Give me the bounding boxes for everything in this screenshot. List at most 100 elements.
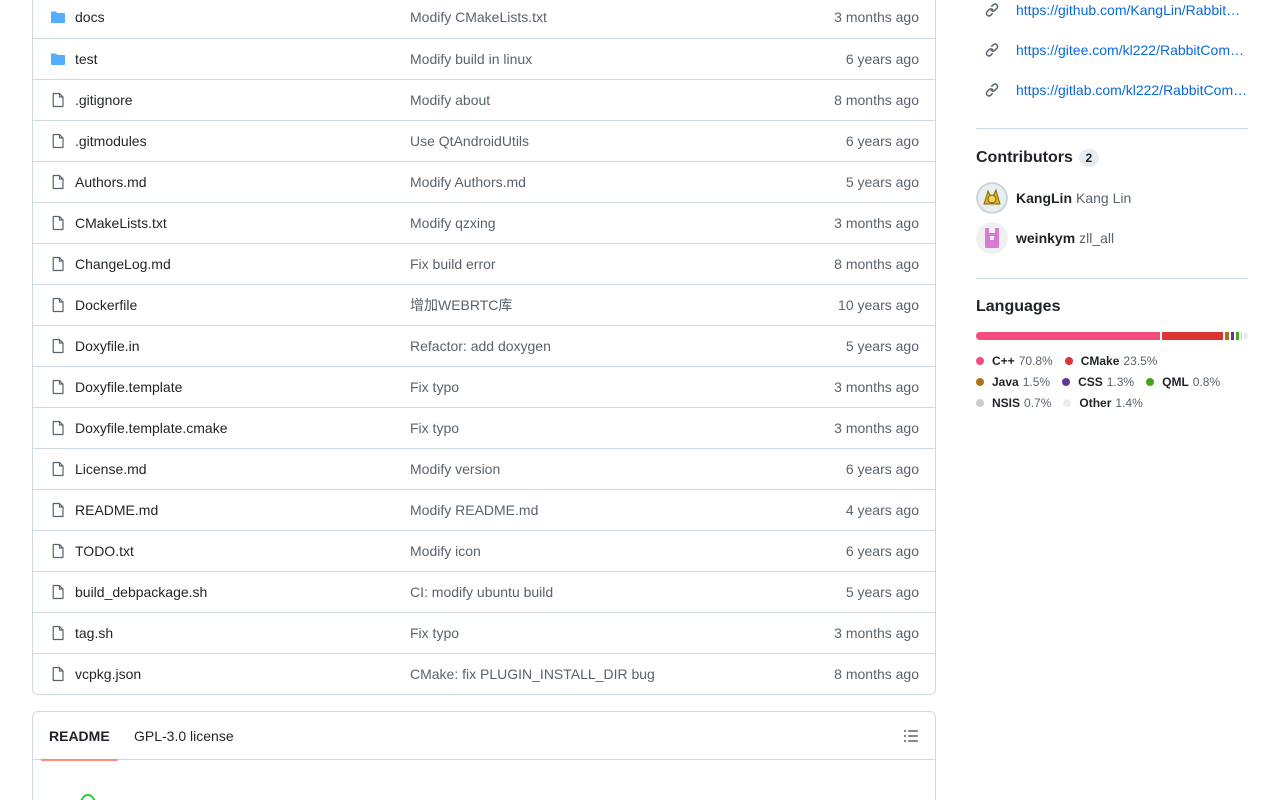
file-name-link[interactable]: .gitmodules [75, 133, 147, 149]
file-name-link[interactable]: Doxyfile.template.cmake [75, 420, 228, 436]
contributors-title[interactable]: Contributors 2 [976, 149, 1099, 167]
commit-message-link[interactable]: Fix typo [410, 625, 459, 641]
file-row[interactable]: vcpkg.json CMake: fix PLUGIN_INSTALL_DIR … [33, 653, 935, 694]
sidebar-link-text[interactable]: https://gitee.com/kl222/RabbitCommon [1016, 42, 1248, 58]
file-row[interactable]: Authors.md Modify Authors.md 5 years ago [33, 161, 935, 202]
file-icon [50, 256, 66, 272]
folder-icon [50, 9, 66, 25]
file-name-link[interactable]: tag.sh [75, 625, 113, 641]
contributor-kanglin[interactable]: KangLin Kang Lin [976, 182, 1131, 214]
file-icon [50, 215, 66, 231]
tab-license[interactable]: GPL-3.0 license [134, 712, 234, 760]
file-name-link[interactable]: License.md [75, 461, 147, 477]
readme-tabs: README GPL-3.0 license [33, 712, 935, 761]
sidebar-link-github[interactable]: https://github.com/KangLin/RabbitCommon [976, 0, 1248, 20]
language-color-dot-icon [976, 398, 984, 407]
language-name: NSIS [992, 395, 1021, 410]
file-row[interactable]: ChangeLog.md Fix build error 8 months ago [33, 243, 935, 284]
commit-message-link[interactable]: Modify qzxing [410, 215, 496, 231]
language-color-dot-icon [1064, 356, 1073, 365]
file-row[interactable]: build_debpackage.sh CI: modify ubuntu bui… [33, 571, 935, 612]
contributor-login[interactable]: weinkym [1016, 230, 1075, 246]
language-name: C++ [992, 353, 1015, 368]
file-row[interactable]: .gitignore Modify about 8 months ago [33, 79, 935, 120]
language-bar-segment [1162, 332, 1224, 340]
language-item[interactable]: NSIS 0.7% [976, 396, 1051, 410]
list-unordered-icon[interactable] [903, 728, 919, 744]
file-name-link[interactable]: test [75, 51, 98, 67]
file-row[interactable]: License.md Modify version 6 years ago [33, 448, 935, 489]
commit-message-link[interactable]: Refactor: add doxygen [410, 338, 551, 354]
file-name-link[interactable]: Doxyfile.in [75, 338, 140, 354]
languages-title: Languages [976, 298, 1060, 316]
file-name-link[interactable]: README.md [75, 502, 158, 518]
language-percent: 1.3% [1106, 374, 1135, 389]
contributor-weinkym[interactable]: weinkym zll_all [976, 222, 1114, 254]
sidebar-link-gitlab[interactable]: https://gitlab.com/kl222/RabbitCommon [976, 80, 1248, 100]
sidebar-link-text[interactable]: https://github.com/KangLin/RabbitCommon [1016, 2, 1248, 18]
file-name-link[interactable]: Authors.md [75, 174, 147, 190]
avatar[interactable] [976, 182, 1008, 214]
contributor-login[interactable]: KangLin [1016, 190, 1072, 206]
sidebar-divider [976, 128, 1248, 129]
sidebar-link-gitee[interactable]: https://gitee.com/kl222/RabbitCommon [976, 40, 1248, 60]
file-icon [50, 379, 66, 395]
file-row[interactable]: .gitmodules Use QtAndroidUtils 6 years ago [33, 120, 935, 161]
file-name-link[interactable]: build_debpackage.sh [75, 584, 207, 600]
folder-icon [50, 51, 66, 67]
file-name-link[interactable]: docs [75, 9, 105, 25]
commit-message-link[interactable]: Modify CMakeLists.txt [410, 9, 547, 25]
file-row[interactable]: README.md Modify README.md 4 years ago [33, 489, 935, 530]
language-color-dot-icon [1062, 377, 1071, 386]
commit-message-link[interactable]: Modify icon [410, 543, 481, 559]
file-row[interactable]: tag.sh Fix typo 3 months ago [33, 612, 935, 653]
language-item[interactable]: Java 1.5% [976, 375, 1050, 389]
language-color-dot-icon [1146, 377, 1155, 386]
file-row[interactable]: Doxyfile.in Refactor: add doxygen 5 years … [33, 325, 935, 366]
commit-time: 5 years ago [845, 174, 919, 190]
commit-message-link[interactable]: Fix build error [410, 256, 496, 272]
commit-message-link[interactable]: Modify README.md [410, 502, 538, 518]
language-item[interactable]: CSS 1.3% [1062, 375, 1134, 389]
file-name-link[interactable]: TODO.txt [75, 543, 134, 559]
avatar[interactable] [976, 222, 1008, 254]
commit-message-link[interactable]: 增加WEBRTC库 [410, 295, 512, 315]
file-row[interactable]: Dockerfile 增加WEBRTC库 10 years ago [33, 284, 935, 325]
commit-time: 3 months ago [834, 379, 919, 395]
language-color-dot-icon [976, 356, 984, 365]
file-row[interactable]: CMakeLists.txt Modify qzxing 3 months ago [33, 202, 935, 243]
sidebar-divider [976, 278, 1248, 279]
file-name-link[interactable]: Doxyfile.template [75, 379, 182, 395]
file-row[interactable]: Doxyfile.template Fix typo 3 months ago [33, 366, 935, 407]
language-item[interactable]: QML 0.8% [1146, 375, 1220, 389]
commit-message-link[interactable]: Use QtAndroidUtils [410, 133, 529, 149]
file-name-link[interactable]: Dockerfile [75, 297, 137, 313]
file-name-link[interactable]: vcpkg.json [75, 666, 141, 682]
language-item[interactable]: Other 1.4% [1063, 395, 1143, 410]
file-name-link[interactable]: ChangeLog.md [75, 256, 171, 272]
commit-message-link[interactable]: Modify build in linux [410, 51, 532, 67]
language-color-dot-icon [976, 377, 984, 386]
file-row[interactable]: Doxyfile.template.cmake Fix typo 3 months … [33, 407, 935, 448]
commit-time: 8 months ago [834, 256, 919, 272]
tab-readme[interactable]: README [41, 712, 118, 761]
file-name-link[interactable]: CMakeLists.txt [75, 215, 167, 231]
language-item[interactable]: CMake 23.5% [1064, 354, 1157, 368]
file-row[interactable]: TODO.txt Modify icon 6 years ago [33, 530, 935, 571]
file-icon [50, 133, 66, 149]
file-row[interactable]: docs Modify CMakeLists.txt 3 months ago [33, 0, 935, 38]
commit-message-link[interactable]: Modify about [410, 92, 490, 108]
commit-message-link[interactable]: Fix typo [410, 420, 459, 436]
file-row[interactable]: test Modify build in linux 6 years ago [33, 38, 935, 79]
sidebar-link-text[interactable]: https://gitlab.com/kl222/RabbitCommon [1016, 82, 1248, 98]
commit-message-link[interactable]: Modify Authors.md [410, 174, 526, 190]
commit-message-link[interactable]: CI: modify ubuntu build [410, 584, 553, 600]
commit-message-link[interactable]: CMake: fix PLUGIN_INSTALL_DIR bug [410, 666, 655, 682]
commit-message-link[interactable]: Fix typo [410, 379, 459, 395]
language-bar-segment [1231, 332, 1235, 340]
language-percent: 1.4% [1115, 395, 1143, 410]
language-item[interactable]: C++ 70.8% [976, 354, 1053, 368]
commit-message-link[interactable]: Modify version [410, 461, 500, 477]
file-name-link[interactable]: .gitignore [75, 92, 133, 108]
file-icon [50, 420, 66, 436]
